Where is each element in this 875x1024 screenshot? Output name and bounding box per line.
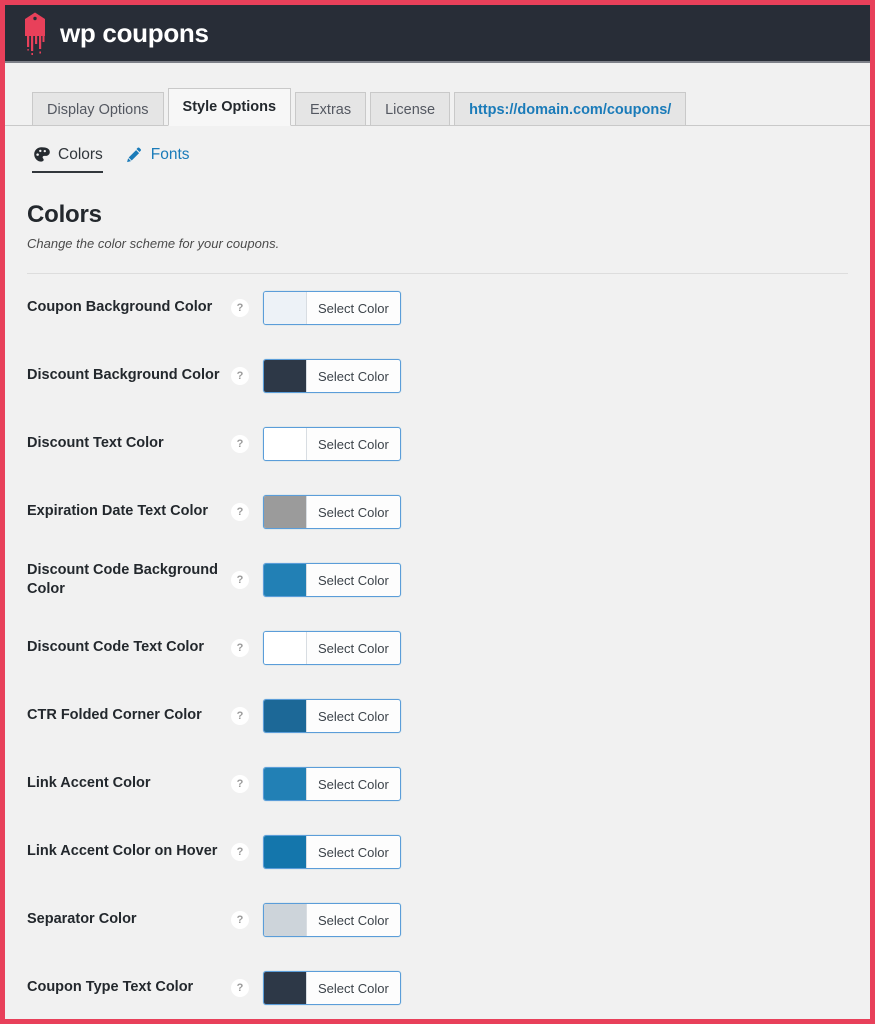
color-swatch [264, 292, 307, 324]
color-options-list: Coupon Background Color ? Select Color D… [27, 274, 848, 1019]
color-swatch [264, 836, 307, 868]
select-color-label: Select Color [307, 292, 400, 324]
select-color-label: Select Color [307, 428, 400, 460]
table-row: CTR Folded Corner Color ? Select Color [27, 682, 848, 750]
help-icon[interactable]: ? [231, 911, 249, 929]
color-picker-discount-code-text-color[interactable]: Select Color [263, 631, 401, 665]
help-icon[interactable]: ? [231, 707, 249, 725]
select-color-label: Select Color [307, 700, 400, 732]
table-row: Coupon Background Color ? Select Color [27, 274, 848, 342]
table-row: Discount Code Text Color ? Select Color [27, 614, 848, 682]
colors-section-header: Colors Change the color scheme for your … [27, 201, 848, 274]
color-picker-coupon-type-text-color[interactable]: Select Color [263, 971, 401, 1005]
tab-site-coupons-link[interactable]: https://domain.com/coupons/ [454, 92, 686, 126]
sub-tab-bar: Colors Fonts [32, 143, 870, 175]
color-swatch [264, 496, 307, 528]
select-color-label: Select Color [307, 972, 400, 1004]
color-picker-link-accent-color-on-hover[interactable]: Select Color [263, 835, 401, 869]
select-color-label: Select Color [307, 904, 400, 936]
help-icon[interactable]: ? [231, 843, 249, 861]
row-label-discount-code-background-color: Discount Code Background Color [27, 561, 223, 600]
row-label-coupon-background-color: Coupon Background Color [27, 298, 223, 317]
color-swatch [264, 700, 307, 732]
color-swatch [264, 564, 307, 596]
help-icon[interactable]: ? [231, 299, 249, 317]
sub-tab-fonts[interactable]: Fonts [125, 145, 190, 173]
help-icon[interactable]: ? [231, 775, 249, 793]
row-label-discount-text-color: Discount Text Color [27, 434, 223, 453]
app-header: wp coupons [5, 5, 870, 63]
color-picker-separator-color[interactable]: Select Color [263, 903, 401, 937]
row-label-discount-background-color: Discount Background Color [27, 366, 223, 385]
page-description: Change the color scheme for your coupons… [27, 236, 848, 251]
select-color-label: Select Color [307, 360, 400, 392]
color-swatch [264, 428, 307, 460]
color-picker-ctr-folded-corner-color[interactable]: Select Color [263, 699, 401, 733]
table-row: Discount Background Color ? Select Color [27, 342, 848, 410]
color-swatch [264, 972, 307, 1004]
row-label-separator-color: Separator Color [27, 910, 223, 929]
palette-icon [32, 145, 51, 164]
table-row: Discount Code Background Color ? Select … [27, 546, 848, 614]
color-swatch [264, 768, 307, 800]
help-icon[interactable]: ? [231, 435, 249, 453]
color-picker-discount-background-color[interactable]: Select Color [263, 359, 401, 393]
color-swatch [264, 632, 307, 664]
tab-license[interactable]: License [370, 92, 450, 126]
table-row: Discount Text Color ? Select Color [27, 410, 848, 478]
page-title: Colors [27, 201, 848, 229]
table-row: Separator Color ? Select Color [27, 886, 848, 954]
color-picker-expiration-date-text-color[interactable]: Select Color [263, 495, 401, 529]
table-row: Expiration Date Text Color ? Select Colo… [27, 478, 848, 546]
app-title: wp coupons [60, 20, 209, 46]
help-icon[interactable]: ? [231, 979, 249, 997]
color-picker-discount-code-background-color[interactable]: Select Color [263, 563, 401, 597]
tab-extras[interactable]: Extras [295, 92, 366, 126]
help-icon[interactable]: ? [231, 503, 249, 521]
tab-display-options[interactable]: Display Options [32, 92, 164, 126]
tab-style-options[interactable]: Style Options [168, 88, 291, 126]
select-color-label: Select Color [307, 496, 400, 528]
tab-bar: Display Options Style Options Extras Lic… [32, 87, 870, 126]
help-icon[interactable]: ? [231, 571, 249, 589]
color-picker-link-accent-color[interactable]: Select Color [263, 767, 401, 801]
help-icon[interactable]: ? [231, 639, 249, 657]
sub-tab-colors[interactable]: Colors [32, 145, 103, 173]
select-color-label: Select Color [307, 768, 400, 800]
help-icon[interactable]: ? [231, 367, 249, 385]
row-label-link-accent-color: Link Accent Color [27, 774, 223, 793]
plugin-settings-window: wp coupons Display Options Style Options… [5, 5, 870, 1019]
row-label-coupon-type-text-color: Coupon Type Text Color [27, 978, 223, 997]
color-swatch [264, 904, 307, 936]
select-color-label: Select Color [307, 836, 400, 868]
coupon-tag-logo [22, 12, 48, 54]
row-label-ctr-folded-corner-color: CTR Folded Corner Color [27, 706, 223, 725]
row-label-discount-code-text-color: Discount Code Text Color [27, 638, 223, 657]
row-label-expiration-date-text-color: Expiration Date Text Color [27, 502, 223, 521]
select-color-label: Select Color [307, 632, 400, 664]
table-row: Link Accent Color ? Select Color [27, 750, 848, 818]
select-color-label: Select Color [307, 564, 400, 596]
color-picker-coupon-background-color[interactable]: Select Color [263, 291, 401, 325]
color-picker-discount-text-color[interactable]: Select Color [263, 427, 401, 461]
table-row: Link Accent Color on Hover ? Select Colo… [27, 818, 848, 886]
color-swatch [264, 360, 307, 392]
table-row: Coupon Type Text Color ? Select Color [27, 954, 848, 1019]
sub-tab-colors-label: Colors [58, 147, 103, 163]
sub-tab-fonts-label: Fonts [151, 147, 190, 163]
pencil-icon [125, 145, 144, 164]
row-label-link-accent-color-on-hover: Link Accent Color on Hover [27, 842, 223, 861]
